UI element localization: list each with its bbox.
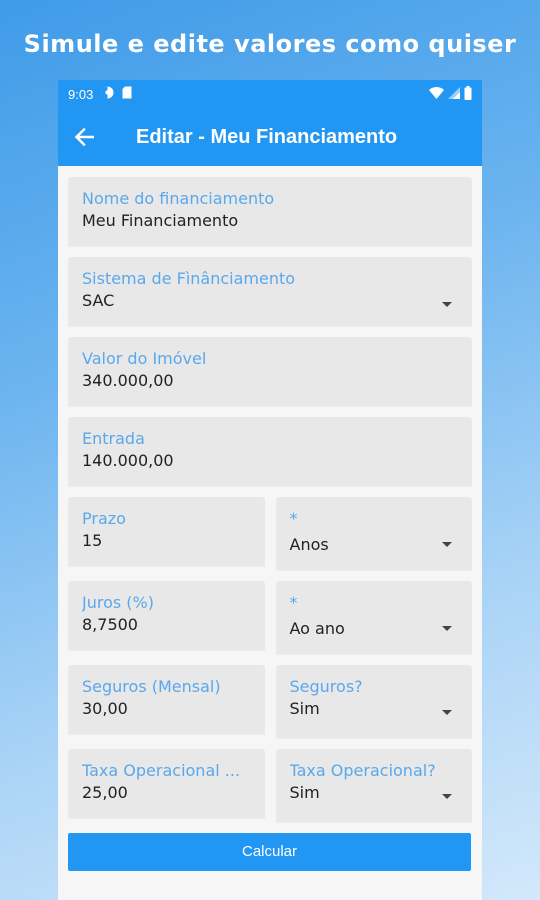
interest-unit-value: Ao ano — [289, 619, 345, 638]
operational-fee-toggle-value: Sim — [289, 783, 320, 802]
interest-field[interactable]: Juros (%) 8,7500 — [68, 581, 265, 651]
calculate-button[interactable]: Calcular — [68, 833, 471, 871]
operational-fee-toggle-label: Taxa Operacional? — [289, 761, 436, 780]
interest-value: 8,7500 — [82, 615, 138, 634]
financing-name-label: Nome do financiamento — [82, 189, 275, 208]
insurance-field[interactable]: Seguros (Mensal) 30,00 — [68, 665, 265, 735]
insurance-value: 30,00 — [82, 699, 128, 718]
term-unit-label: * — [289, 509, 298, 528]
financing-system-label: Sistema de Fìnânciamento — [82, 269, 296, 288]
interest-unit-select[interactable]: * Ao ano — [275, 581, 472, 655]
financing-name-value: Meu Financiamento — [82, 211, 239, 230]
caret-down-icon — [442, 302, 452, 307]
caret-down-icon — [442, 710, 452, 715]
term-row: Prazo 15 * Anos — [68, 497, 472, 571]
caret-down-icon — [442, 794, 452, 799]
property-value-label: Valor do Imóvel — [82, 349, 207, 368]
financing-system-value: SAC — [82, 291, 115, 310]
term-field[interactable]: Prazo 15 — [68, 497, 265, 567]
insurance-toggle-label: Seguros? — [289, 677, 363, 696]
wifi-icon — [429, 86, 444, 102]
term-value: 15 — [82, 531, 103, 550]
interest-row: Juros (%) 8,7500 * Ao ano — [68, 581, 472, 655]
arrow-left-icon — [74, 128, 94, 146]
property-value-value: 340.000,00 — [82, 371, 174, 390]
down-payment-label: Entrada — [82, 429, 145, 448]
page-title: Editar - Meu Financiamento — [136, 125, 398, 148]
phone-screen: 9:03 Editar - Meu Financiamento Nome do … — [58, 80, 482, 900]
signal-icon — [448, 86, 460, 102]
status-bar: 9:03 — [58, 80, 482, 108]
fee-row: Taxa Operacional ... 25,00 Taxa Operacio… — [68, 749, 472, 823]
financing-system-select[interactable]: Sistema de Fìnânciamento SAC — [68, 257, 472, 327]
term-unit-value: Anos — [289, 535, 329, 554]
down-payment-value: 140.000,00 — [82, 451, 174, 470]
back-button[interactable] — [74, 122, 104, 152]
operational-fee-toggle-select[interactable]: Taxa Operacional? Sim — [275, 749, 472, 823]
term-label: Prazo — [82, 509, 126, 528]
status-time: 9:03 — [68, 86, 94, 102]
caret-down-icon — [442, 626, 452, 631]
property-value-field[interactable]: Valor do Imóvel 340.000,00 — [68, 337, 472, 407]
sd-card-icon — [122, 86, 132, 102]
term-unit-select[interactable]: * Anos — [275, 497, 472, 571]
insurance-toggle-select[interactable]: Seguros? Sim — [275, 665, 472, 739]
operational-fee-field[interactable]: Taxa Operacional ... 25,00 — [68, 749, 265, 819]
financing-name-field[interactable]: Nome do financiamento Meu Financiamento — [68, 177, 472, 247]
app-notification-icon — [101, 86, 114, 102]
app-bar: Editar - Meu Financiamento — [58, 108, 482, 166]
insurance-row: Seguros (Mensal) 30,00 Seguros? Sim — [68, 665, 472, 739]
insurance-label: Seguros (Mensal) — [82, 677, 221, 696]
operational-fee-label: Taxa Operacional ... — [82, 761, 241, 780]
interest-unit-label: * — [289, 593, 298, 612]
interest-label: Juros (%) — [82, 593, 154, 612]
operational-fee-value: 25,00 — [82, 783, 128, 802]
promo-headline: Simule e edite valores como quiser — [23, 30, 517, 58]
battery-icon — [464, 85, 472, 103]
insurance-toggle-value: Sim — [289, 699, 320, 718]
down-payment-field[interactable]: Entrada 140.000,00 — [68, 417, 472, 487]
financing-form: Nome do financiamento Meu Financiamento … — [58, 166, 482, 871]
caret-down-icon — [442, 542, 452, 547]
